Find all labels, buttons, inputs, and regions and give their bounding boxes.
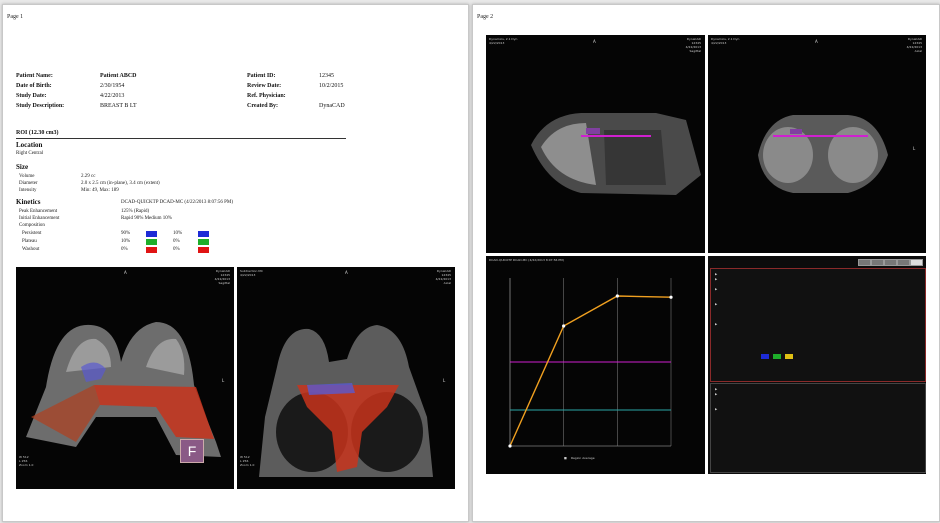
plateau-label: Plateau: [22, 239, 37, 244]
study-date-value: 4/22/2013: [100, 93, 125, 99]
washout-a: 0%: [121, 247, 128, 252]
mri-axial-image[interactable]: A L Dynamics, 2.1 Dyn 4/22/2013 DynaCAD 12…: [708, 35, 926, 253]
patient-name-label: Patient Name:: [16, 73, 53, 79]
washout-b: 0%: [173, 247, 180, 252]
panel-button-4[interactable]: [897, 259, 910, 266]
kinetic-curve-chart[interactable]: DCAD-QUICKTP DCAD-MC (4/22/2013 8:07:56 …: [486, 256, 705, 474]
plateau-b: 0%: [173, 239, 180, 244]
svg-text:A: A: [593, 39, 596, 44]
roi-title: ROI (12.30 cm3): [16, 130, 59, 136]
size-title: Size: [16, 163, 29, 171]
svg-text:A: A: [124, 270, 127, 275]
composition-label: Composition: [19, 223, 45, 228]
study-desc-value: BREAST B LT: [100, 103, 137, 109]
peak-label: Peak Enhancement: [19, 209, 58, 214]
data-point: [669, 295, 673, 299]
ref-physician-label: Ref. Physician:: [247, 93, 286, 99]
review-date-label: Review Date:: [247, 83, 282, 89]
patient-id-label: Patient ID:: [247, 73, 276, 79]
section-divider: [16, 138, 346, 139]
study-desc-label: Study Description:: [16, 103, 65, 109]
patient-name: Patient ABCD: [100, 73, 137, 79]
diameter-label: Diameter: [19, 181, 38, 186]
persistent-b: 10%: [173, 231, 183, 236]
svg-text:L: L: [443, 378, 446, 383]
panel-button-5[interactable]: [910, 259, 923, 266]
data-point: [615, 294, 619, 298]
chart-svg: [508, 278, 673, 448]
svg-text:L: L: [913, 146, 916, 151]
volume-label: Volume: [19, 174, 35, 179]
persistent-swatch-a: [146, 231, 157, 237]
panel-button-3[interactable]: [884, 259, 897, 266]
intensity-value: Min: 49, Max: 189: [81, 188, 119, 193]
peak-value: 125% (Rapid): [121, 209, 150, 214]
diameter-value: 2.0 x 2.5 cm (in-plane), 3.4 cm (extent): [81, 181, 160, 186]
roi-info-panel: ▶ ▶ ▶ ▶ ▶: [710, 268, 926, 382]
svg-text:A: A: [815, 39, 818, 44]
persistent-a: 90%: [121, 231, 131, 236]
roi-info-panel-2: ▶ ▶ ▶: [710, 383, 926, 473]
created-by-label: Created By:: [247, 103, 279, 109]
panel-button-2[interactable]: [871, 259, 884, 266]
intensity-label: Intensity: [19, 188, 37, 193]
initial-label: Initial Enhancement: [19, 216, 60, 221]
persistent-label: Persistent: [22, 231, 42, 236]
mri-sagittal-image[interactable]: A Dynamics, 2.1 Dyn 4/22/2013 DynaCAD 1234…: [486, 35, 705, 253]
series-line: [509, 295, 672, 447]
svg-text:A: A: [345, 270, 348, 275]
plateau-swatch-a: [146, 239, 157, 245]
washout-label: Washout: [22, 247, 40, 252]
page-label: Page 2: [477, 14, 494, 20]
report-page-2: Page 2 A Dynamics, 2.1 Dyn 4/22/2013 Dyna…: [472, 4, 940, 522]
plateau-swatch-b: [198, 239, 209, 245]
volume-value: 2.29 cc: [81, 174, 96, 179]
location-value: Right Central: [16, 151, 44, 156]
washout-swatch-a: [146, 247, 157, 253]
panel-swatches: [761, 354, 793, 359]
study-date-label: Study Date:: [16, 93, 47, 99]
patient-id-value: 12345: [319, 73, 334, 79]
svg-text:L: L: [222, 378, 225, 383]
data-point: [562, 324, 566, 328]
data-point: [508, 444, 512, 448]
plateau-a: 10%: [121, 239, 131, 244]
dob-value: 2/30/1954: [100, 83, 125, 89]
created-by-value: DynaCAD: [319, 103, 345, 109]
chart-legend: Region Average: [571, 456, 595, 460]
mri-axial-image-left[interactable]: A L DynaCAD 12345 4/22/2013 Sagittal W 512 L…: [16, 267, 234, 489]
data-panel: ▶ ▶ ▶ ▶ ▶ ▶ ▶ ▶: [708, 256, 926, 474]
dob-label: Date of Birth:: [16, 83, 52, 89]
mri-axial-image-right[interactable]: A L Subtraction MC 4/22/2013 DynaCAD 12345…: [237, 267, 455, 489]
kinetics-title: Kinetics: [16, 198, 41, 206]
panel-button-1[interactable]: [858, 259, 871, 266]
f-logo: F: [180, 439, 204, 463]
report-page-1: Page 1 Patient Name: Patient ABCD Date o…: [2, 4, 469, 522]
location-title: Location: [16, 141, 43, 149]
page-label: Page 1: [7, 14, 24, 20]
review-date-value: 10/2/2015: [319, 83, 344, 89]
washout-swatch-b: [198, 247, 209, 253]
initial-value: Rapid 90% Medium 10%: [121, 216, 172, 221]
persistent-swatch-b: [198, 231, 209, 237]
kinetics-series: DCAD-QUICKTP DCAD-MC (4/22/2013 8:07:56 …: [121, 200, 234, 205]
